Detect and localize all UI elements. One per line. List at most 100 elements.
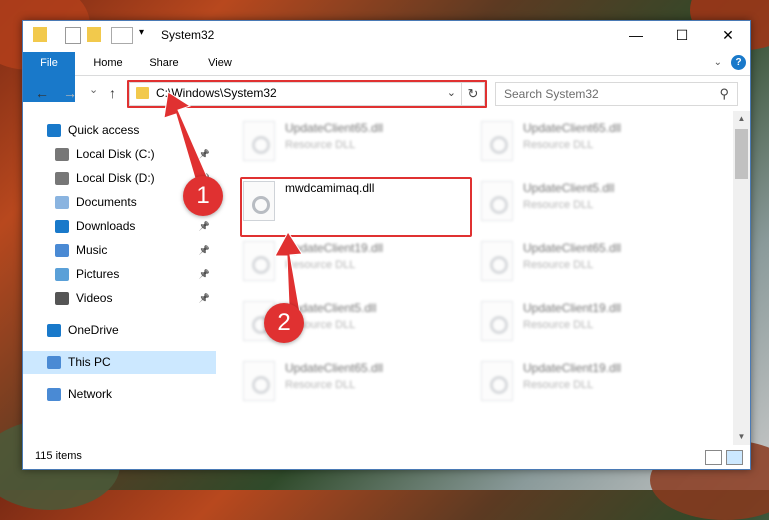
scrollbar-thumb[interactable] [735, 129, 748, 179]
scroll-down-icon[interactable]: ▼ [733, 429, 750, 445]
file-name: UpdateClient65.dll [285, 361, 384, 375]
drive-icon [55, 172, 69, 185]
sidebar-item-local-disk-c[interactable]: Local Disk (C:) 📌 [23, 143, 216, 166]
dropdown-icon[interactable]: ▾ [139, 27, 153, 42]
file-name: UpdateClient19.dll [285, 241, 384, 255]
file-type: Resource DLL [523, 199, 594, 211]
navigation-pane: Quick access Local Disk (C:) 📌 Local Disk (… [23, 111, 216, 445]
sidebar-item-label: Pictures [76, 267, 120, 281]
details-view-icon[interactable] [705, 450, 722, 465]
file-item[interactable]: UpdateClient65.dll Resource DLL [241, 119, 471, 169]
properties-icon[interactable] [65, 27, 81, 44]
sidebar-item-downloads[interactable]: Downloads 📌 [23, 215, 216, 238]
help-icon[interactable]: ? [731, 55, 746, 70]
sidebar-item-videos[interactable]: Videos 📌 [23, 287, 216, 310]
file-list: UpdateClient65.dll Resource DLL UpdateClie… [219, 111, 733, 445]
dll-file-icon [243, 241, 275, 281]
up-button[interactable]: ↑ [109, 85, 116, 101]
file-type: Resource DLL [523, 379, 594, 391]
sidebar-item-this-pc[interactable]: This PC [23, 351, 216, 374]
network-icon [47, 388, 61, 401]
large-icons-view-icon[interactable] [726, 450, 743, 465]
file-type: Resource DLL [285, 139, 356, 151]
pin-icon: 📌 [198, 245, 210, 255]
music-icon [55, 244, 69, 257]
navigation-bar: ← → ⌄ ↑ C:\Windows\System32 ⌄ ↻ Search S… [23, 76, 750, 110]
computer-icon [47, 356, 61, 369]
tab-home[interactable]: Home [85, 52, 131, 75]
status-bar: 115 items [23, 445, 750, 469]
sidebar-item-quick-access[interactable]: Quick access [23, 119, 216, 142]
dll-file-icon [481, 121, 513, 161]
dll-file-icon [481, 181, 513, 221]
onedrive-icon [47, 324, 61, 337]
title-bar: ▾ System32 — ☐ ✕ [23, 21, 750, 52]
dll-file-icon [481, 361, 513, 401]
item-count: 115 items [35, 450, 82, 462]
tab-view[interactable]: View [199, 52, 241, 75]
sidebar-item-label: Network [68, 387, 113, 401]
pictures-icon [55, 268, 69, 281]
sidebar-item-network[interactable]: Network [23, 383, 216, 406]
file-type: Resource DLL [523, 319, 594, 331]
file-item[interactable]: UpdateClient65.dll Resource DLL [241, 359, 471, 409]
dll-file-icon [481, 241, 513, 281]
expand-ribbon-icon[interactable]: ⌄ [714, 57, 722, 68]
file-item[interactable]: UpdateClient65.dll Resource DLL [479, 119, 709, 169]
tab-share[interactable]: Share [141, 52, 187, 75]
file-item[interactable]: UpdateClient19.dll Resource DLL [241, 239, 471, 289]
minimize-button[interactable]: — [613, 21, 659, 50]
recent-locations-button[interactable]: ⌄ [89, 83, 98, 96]
pin-icon: 📌 [198, 149, 210, 159]
file-item[interactable]: UpdateClient19.dll Resource DLL [479, 359, 709, 409]
maximize-button[interactable]: ☐ [659, 21, 705, 50]
search-placeholder: Search System32 [504, 87, 599, 101]
sidebar-item-label: Quick access [68, 123, 140, 137]
pin-icon: 📌 [198, 293, 210, 303]
file-name: UpdateClient5.dll [523, 181, 615, 195]
explorer-window: ▾ System32 — ☐ ✕ File Home Share View ⌄ … [22, 20, 751, 470]
scroll-up-icon[interactable]: ▲ [733, 111, 750, 127]
address-highlight [127, 80, 487, 108]
sidebar-item-label: Videos [76, 291, 113, 305]
close-button[interactable]: ✕ [705, 21, 750, 50]
sidebar-item-music[interactable]: Music 📌 [23, 239, 216, 262]
sidebar-item-pictures[interactable]: Pictures 📌 [23, 263, 216, 286]
sidebar-item-label: Documents [76, 195, 137, 209]
videos-icon [55, 292, 69, 305]
sidebar-item-label: This PC [68, 355, 111, 369]
file-item[interactable]: UpdateClient19.dll Resource DLL [479, 299, 709, 349]
sidebar-item-onedrive[interactable]: OneDrive [23, 319, 216, 342]
file-item[interactable]: UpdateClient65.dll Resource DLL [479, 239, 709, 289]
ribbon-tabs: File Home Share View ⌄ ? [23, 52, 750, 102]
download-icon [55, 220, 69, 233]
file-name: UpdateClient65.dll [523, 121, 622, 135]
search-input[interactable]: Search System32 ⚲ [495, 82, 738, 106]
sidebar-item-label: Downloads [76, 219, 136, 233]
selected-file-highlight [240, 177, 472, 237]
file-name: UpdateClient65.dll [285, 121, 384, 135]
drive-icon [55, 148, 69, 161]
step-two-badge: 2 [264, 303, 304, 343]
new-folder-icon[interactable] [87, 27, 101, 42]
sidebar-item-label: Local Disk (D:) [76, 171, 155, 185]
sidebar-item-label: Local Disk (C:) [76, 147, 155, 161]
vertical-scrollbar[interactable]: ▲ ▼ [733, 111, 750, 445]
file-type: Resource DLL [523, 259, 594, 271]
window-title: System32 [161, 28, 215, 42]
documents-icon [55, 196, 69, 209]
back-button[interactable]: ← [35, 85, 49, 101]
pin-icon: 📌 [198, 221, 210, 231]
file-name: UpdateClient19.dll [523, 361, 622, 375]
step-one-badge: 1 [183, 176, 223, 216]
sidebar-item-label: OneDrive [68, 323, 119, 337]
customize-toolbar-icon[interactable] [111, 27, 133, 44]
file-item[interactable]: UpdateClient5.dll Resource DLL [479, 179, 709, 229]
folder-icon [33, 27, 47, 42]
file-type: Resource DLL [285, 259, 356, 271]
file-type: Resource DLL [523, 139, 594, 151]
file-name: UpdateClient65.dll [523, 241, 622, 255]
search-icon: ⚲ [719, 86, 729, 101]
forward-button[interactable]: → [63, 85, 77, 101]
dll-file-icon [243, 121, 275, 161]
